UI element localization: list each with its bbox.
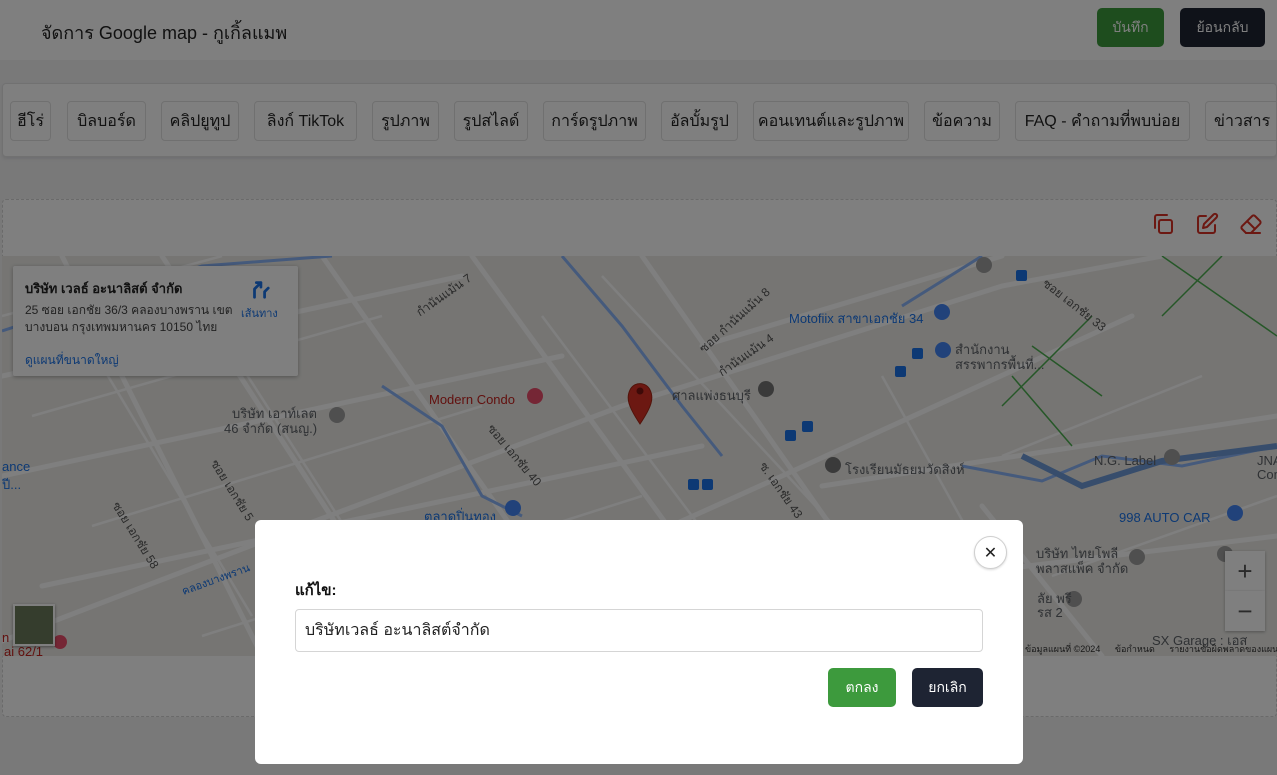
edit-label: แก้ไข:	[295, 582, 337, 599]
cancel-button[interactable]: ยกเลิก	[912, 668, 983, 707]
edit-input[interactable]	[295, 609, 983, 652]
edit-modal: ✕ แก้ไข: ตกลง ยกเลิก	[255, 520, 1023, 764]
ok-button[interactable]: ตกลง	[828, 668, 896, 707]
close-icon[interactable]: ✕	[974, 536, 1007, 569]
